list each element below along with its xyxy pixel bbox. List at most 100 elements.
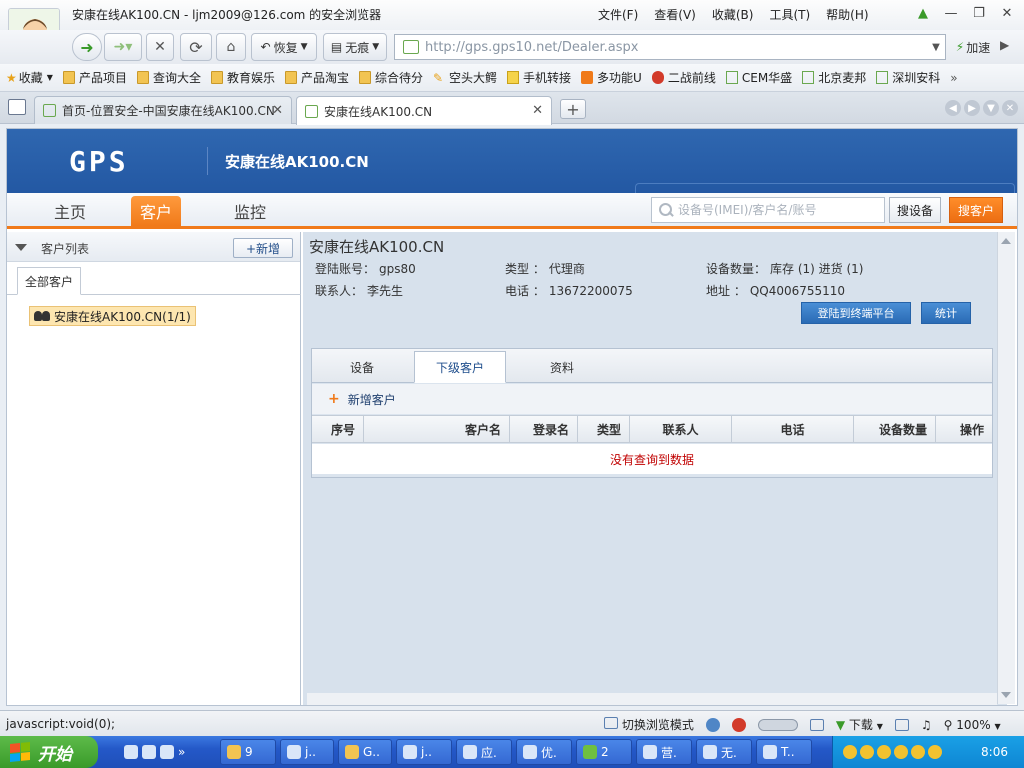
start-button[interactable]: 开始	[0, 736, 98, 768]
chevron-down-icon[interactable]: ▼	[927, 42, 945, 53]
nav-home[interactable]: 主页	[37, 196, 103, 226]
add-sub-customer-link[interactable]: 新增客户	[348, 391, 396, 408]
bookmark-item[interactable]: 教育娱乐	[210, 69, 275, 86]
close-all-icon[interactable]: ✕	[1002, 100, 1018, 116]
restore-button[interactable]: ↶ 恢复 ▼	[251, 33, 317, 61]
vertical-scrollbar[interactable]	[997, 232, 1015, 704]
column-header[interactable]: 电话	[732, 416, 854, 442]
column-header[interactable]: 客户名	[364, 416, 510, 442]
column-header[interactable]: 序号	[312, 416, 364, 442]
ie-icon[interactable]	[705, 717, 720, 732]
scroll-up-icon[interactable]	[1001, 238, 1011, 244]
search-input[interactable]	[674, 203, 884, 217]
shield-icon[interactable]	[731, 717, 746, 732]
qq-icon[interactable]	[894, 745, 908, 759]
speed-button[interactable]: ⚡ 加速	[950, 34, 996, 60]
bookmark-item[interactable]: 产品淘宝	[284, 69, 349, 86]
menu-file[interactable]: 文件(F)	[598, 6, 638, 23]
sidebar-toggle-icon[interactable]	[8, 99, 26, 115]
taskbar-item[interactable]: 9	[220, 739, 276, 765]
bookmark-item[interactable]: 综合待分	[359, 69, 423, 86]
zoom-control[interactable]: ⚲ 100% ▼	[944, 718, 1001, 732]
column-header[interactable]: 联系人	[630, 416, 732, 442]
expand-icon[interactable]: »	[178, 745, 185, 759]
qq-icon[interactable]	[928, 745, 942, 759]
quick-launch-icon[interactable]	[160, 745, 174, 759]
forward-button[interactable]: ➜▾	[104, 33, 142, 61]
quick-launch-icon[interactable]	[142, 745, 156, 759]
tab-all-customers[interactable]: 全部客户	[17, 267, 81, 295]
incognito-button[interactable]: ▤ 无痕 ▼	[323, 33, 387, 61]
more-bookmarks-icon[interactable]: »	[950, 71, 957, 85]
home-button[interactable]: ⌂	[216, 33, 246, 61]
new-tab-button[interactable]: +	[560, 99, 586, 119]
add-customer-button[interactable]: +新增	[233, 238, 293, 258]
minimize-button[interactable]: —	[940, 4, 962, 22]
column-header[interactable]: 登录名	[510, 416, 578, 442]
bookmark-item[interactable]: CEM华盛	[725, 69, 792, 86]
address-url[interactable]: http://gps.gps10.net/Dealer.aspx	[425, 40, 927, 55]
menu-favorites[interactable]: 收藏(B)	[712, 6, 754, 23]
search-customer-button[interactable]: 搜客户	[949, 197, 1003, 223]
taskbar-item[interactable]: j..	[280, 739, 334, 765]
screenshot-icon[interactable]	[809, 718, 824, 731]
taskbar-item[interactable]: 营.	[636, 739, 692, 765]
download-button[interactable]: ▼ 下载 ▼	[836, 716, 883, 733]
bookmark-item[interactable]: 多功能U	[581, 69, 642, 86]
bookmark-item[interactable]: 二战前线	[651, 69, 716, 86]
trash-icon[interactable]	[894, 718, 909, 731]
maximize-button[interactable]: ❐	[968, 4, 990, 22]
login-terminal-button[interactable]: 登陆到终端平台	[801, 302, 911, 324]
qq-icon[interactable]	[843, 745, 857, 759]
refresh-button[interactable]: ⟳	[180, 33, 212, 61]
browser-tab-home[interactable]: 首页-位置安全-中国安康在线AK100.CN ✕	[34, 96, 292, 124]
browser-tab-current[interactable]: 安康在线AK100.CN ✕	[296, 96, 552, 125]
scroll-down-icon[interactable]	[1001, 692, 1011, 698]
address-bar[interactable]: http://gps.gps10.net/Dealer.aspx ▼	[394, 34, 946, 60]
tab-profile[interactable]: 资料	[516, 351, 608, 383]
taskbar-item[interactable]: 无.	[696, 739, 752, 765]
statistics-button[interactable]: 统计	[921, 302, 971, 324]
close-tab-icon[interactable]: ✕	[532, 103, 543, 118]
taskbar-item[interactable]: 优.	[516, 739, 572, 765]
taskbar-item[interactable]: T..	[756, 739, 812, 765]
menu-view[interactable]: 查看(V)	[654, 6, 696, 23]
collapse-icon[interactable]	[15, 244, 27, 251]
close-tab-icon[interactable]: ✕	[272, 103, 283, 118]
taskbar-item[interactable]: G..	[338, 739, 392, 765]
nav-monitor[interactable]: 监控	[217, 196, 283, 226]
taskbar-item[interactable]: j..	[396, 739, 452, 765]
menu-help[interactable]: 帮助(H)	[826, 6, 868, 23]
play-icon[interactable]: ▶	[1000, 38, 1009, 52]
column-header[interactable]: 操作	[936, 416, 992, 442]
skin-icon[interactable]: ▲	[912, 4, 934, 22]
back-button[interactable]: ➜	[72, 33, 102, 61]
speaker-icon[interactable]: ♫	[921, 718, 932, 732]
switch-mode-button[interactable]: 切换浏览模式	[604, 716, 694, 733]
bookmark-item[interactable]: 北京麦邦	[802, 69, 866, 86]
bookmark-item[interactable]: ✎ 空头大鳄	[433, 69, 497, 86]
quick-launch-icon[interactable]	[124, 745, 138, 759]
customer-tree-item[interactable]: 安康在线AK100.CN(1/1)	[29, 306, 196, 326]
tab-sub-customers[interactable]: 下级客户	[414, 351, 506, 383]
search-device-button[interactable]: 搜设备	[889, 197, 941, 223]
menu-tools[interactable]: 工具(T)	[769, 6, 810, 23]
bookmark-item[interactable]: 手机转接	[507, 69, 571, 86]
nav-customer[interactable]: 客户	[131, 196, 181, 226]
close-window-button[interactable]: ✕	[996, 4, 1018, 22]
column-header[interactable]: 设备数量	[854, 416, 936, 442]
tab-left-icon[interactable]: ◀	[945, 100, 961, 116]
stop-button[interactable]: ✕	[146, 33, 174, 61]
bookmark-favorites[interactable]: ★ 收藏 ▼	[6, 69, 53, 86]
tab-list-icon[interactable]: ▼	[983, 100, 999, 116]
column-header[interactable]: 类型	[578, 416, 630, 442]
horizontal-scrollbar[interactable]	[307, 693, 997, 705]
toggle-icon[interactable]	[757, 718, 798, 731]
bookmark-item[interactable]: 深圳安科	[876, 69, 940, 86]
tab-devices[interactable]: 设备	[316, 351, 408, 383]
qq-icon[interactable]	[911, 745, 925, 759]
bookmark-item[interactable]: 查询大全	[136, 69, 201, 86]
tab-right-icon[interactable]: ▶	[964, 100, 980, 116]
taskbar-item[interactable]: 2	[576, 739, 632, 765]
bookmark-item[interactable]: 产品项目	[62, 69, 127, 86]
